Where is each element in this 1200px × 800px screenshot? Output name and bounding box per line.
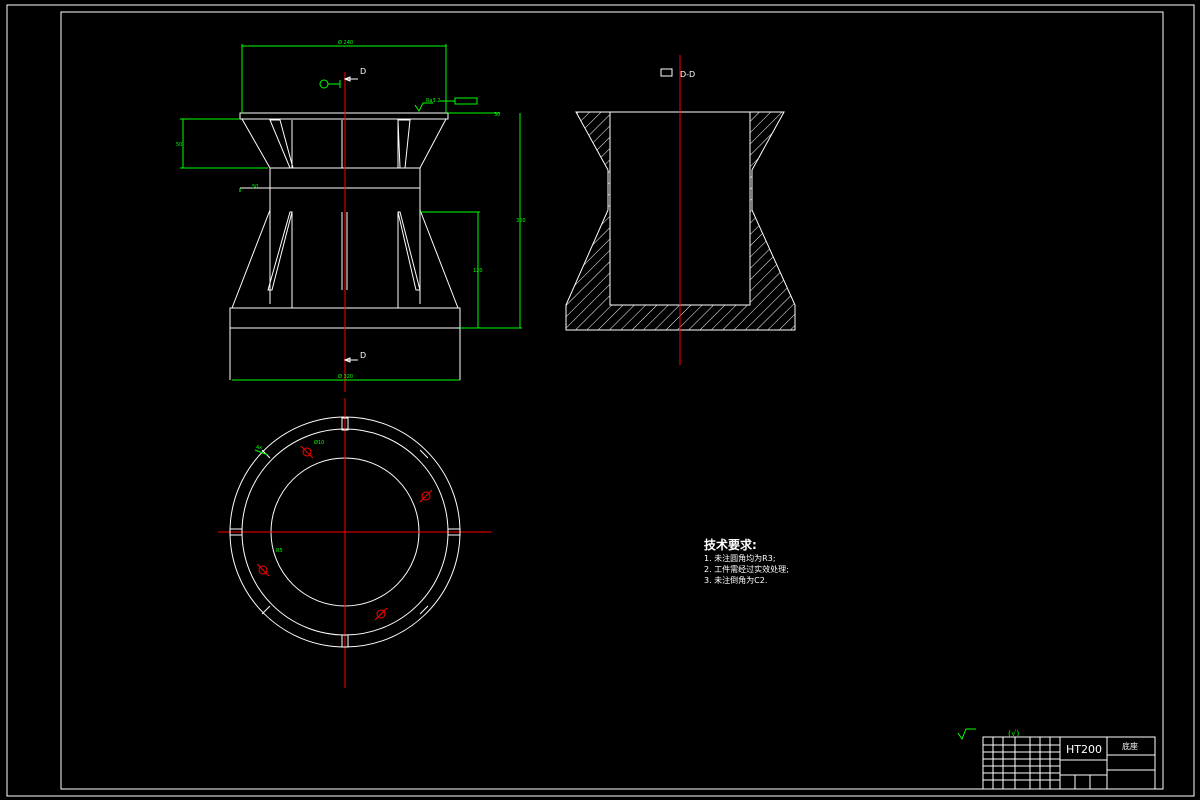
svg-text:30: 30: [494, 112, 500, 118]
section-label: D-D: [680, 70, 695, 79]
drawing-canvas: Ø 240 50 50 300 120 30 Ø 320 Ra3.2 D D D…: [6, 4, 1195, 797]
top-view: 4x Ø10 R5: [218, 398, 492, 688]
svg-text:Ø 240: Ø 240: [338, 39, 353, 46]
front-view: [229, 72, 461, 392]
cut-label-top: D: [360, 67, 366, 76]
section-view: D-D: [565, 55, 796, 365]
svg-text:50: 50: [176, 142, 182, 148]
tech-requirement-item: 1. 未注圆角均为R3;: [704, 554, 776, 563]
section-cut-marker-top: D: [343, 67, 366, 82]
part-name-text: 底座: [1122, 741, 1138, 751]
front-view-dimensions: Ø 240 50 50 300 120 30 Ø 320 Ra3.2: [176, 39, 526, 381]
bolt-hole: [300, 445, 314, 459]
cut-label-bottom: D: [360, 351, 366, 360]
svg-text:Ra3.2: Ra3.2: [426, 98, 440, 104]
svg-text:50: 50: [252, 184, 258, 190]
tech-requirements-title: 技术要求:: [704, 538, 757, 552]
svg-text:300: 300: [516, 218, 526, 224]
svg-text:Ø10: Ø10: [314, 439, 324, 446]
bolt-hole: [374, 607, 388, 621]
svg-text:4x: 4x: [256, 445, 262, 451]
material-text: HT200: [1066, 743, 1102, 756]
bolt-hole: [256, 563, 270, 577]
tech-requirement-item: 3. 未注倒角为C2.: [704, 576, 768, 585]
tech-requirement-item: 2. 工件需经过实效处理;: [704, 565, 789, 574]
tech-requirements: 技术要求: 1. 未注圆角均为R3; 2. 工件需经过实效处理; 3. 未注倒角…: [704, 538, 789, 586]
title-block: HT200 底座 (√): [957, 728, 1156, 790]
svg-text:Ø 320: Ø 320: [338, 373, 353, 380]
svg-text:120: 120: [473, 268, 483, 274]
roughness-note: (√): [1008, 729, 1019, 738]
bolt-hole: [419, 489, 433, 503]
section-cut-marker-bottom: D: [343, 351, 366, 363]
svg-text:R5: R5: [276, 548, 283, 554]
